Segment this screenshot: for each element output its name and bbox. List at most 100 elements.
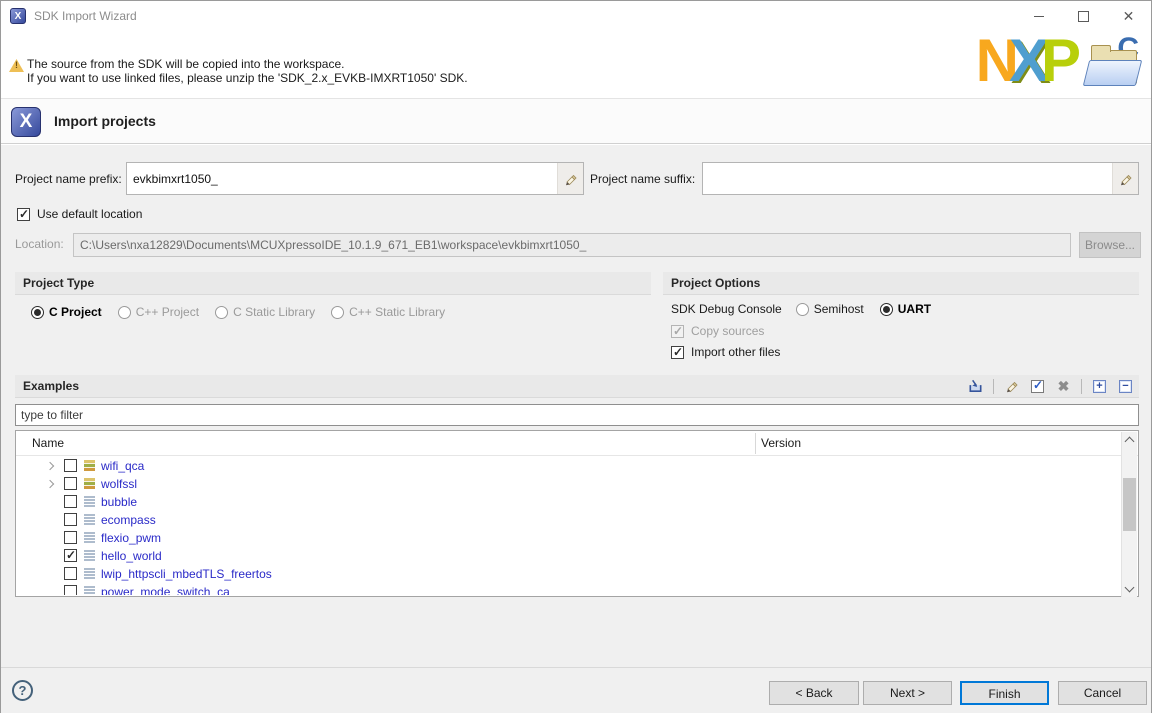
example-row-bubble[interactable]: bubble (16, 493, 1122, 511)
example-name[interactable]: power_mode_switch_ca (101, 585, 230, 595)
example-type-icon (84, 514, 95, 525)
prefix-label: Project name prefix: (15, 172, 122, 186)
examples-table: Name Version wifi_qcawolfssl bubble ecompa… (15, 430, 1139, 597)
location-input (73, 233, 1071, 257)
banner-message-line1: The source from the SDK will be copied i… (27, 57, 468, 71)
sdk-folder-icon: C (1083, 36, 1145, 92)
close-button[interactable] (1106, 1, 1151, 31)
examples-group: Examples + − (15, 375, 1139, 653)
import-other-files-checkbox[interactable] (671, 346, 684, 359)
collapse-all-icon[interactable]: − (1117, 378, 1134, 394)
radio-c-project[interactable]: C++ Project (118, 305, 199, 319)
filter-input[interactable] (15, 404, 1139, 426)
vertical-scrollbar[interactable] (1121, 432, 1137, 597)
project-name-prefix-input[interactable] (127, 163, 557, 194)
warning-icon (9, 59, 24, 72)
radio-uart[interactable]: UART (880, 302, 931, 316)
deselect-all-icon[interactable] (1055, 378, 1072, 394)
examples-tree: wifi_qcawolfssl bubble ecompass flexio_pwmh… (16, 457, 1122, 595)
expander-icon[interactable] (46, 462, 54, 470)
example-name[interactable]: wifi_qca (101, 459, 144, 473)
example-checkbox[interactable] (64, 513, 77, 526)
radio-circle (31, 306, 44, 319)
toolbar-separator (1081, 379, 1082, 394)
option-row-copy-sources: Copy sources (671, 324, 764, 338)
example-row-power-mode-switch-ca[interactable]: power_mode_switch_ca (16, 583, 1122, 595)
example-checkbox[interactable] (64, 459, 77, 472)
example-type-icon (84, 550, 95, 561)
scroll-up-icon[interactable] (1125, 437, 1135, 447)
page-title: Import projects (54, 113, 156, 129)
use-default-location-label: Use default location (37, 207, 142, 221)
example-type-icon (84, 586, 95, 595)
edit-decoration-icon (1112, 163, 1138, 194)
example-checkbox[interactable] (64, 549, 77, 562)
example-row-lwip-httpscli-mbedtls-freertos[interactable]: lwip_httpscli_mbedTLS_freertos (16, 565, 1122, 583)
example-checkbox[interactable] (64, 585, 77, 595)
next-button[interactable]: Next > (863, 681, 952, 705)
nxp-logo: NXP (976, 31, 1077, 93)
expander-icon[interactable] (46, 480, 54, 488)
toolbar-separator (993, 379, 994, 394)
column-header-name[interactable]: Name (32, 436, 64, 450)
project-options-header: Project Options (663, 272, 1139, 295)
example-name[interactable]: lwip_httpscli_mbedTLS_freertos (101, 567, 272, 581)
sdk-import-wizard-window: SDK Import Wizard The source from the SD… (0, 0, 1152, 713)
wizard-content: Project name prefix: Project name suffix… (1, 145, 1151, 667)
radio-circle (215, 306, 228, 319)
examples-toolbar: + − (967, 378, 1134, 394)
mcuxpresso-app-icon (10, 8, 26, 24)
option-row-import-other-files[interactable]: Import other files (671, 345, 780, 359)
expand-all-icon[interactable]: + (1091, 378, 1108, 394)
use-default-location-row[interactable]: Use default location (17, 207, 142, 221)
cancel-button[interactable]: Cancel (1058, 681, 1147, 705)
finish-button[interactable]: Finish (960, 681, 1049, 705)
radio-circle (331, 306, 344, 319)
radio-semihost[interactable]: Semihost (796, 302, 864, 316)
import-other-files-label: Import other files (691, 345, 780, 359)
project-name-suffix-input[interactable] (703, 163, 1112, 194)
copy-sources-label: Copy sources (691, 324, 764, 338)
banner-message-line2: If you want to use linked files, please … (27, 71, 468, 85)
example-checkbox[interactable] (64, 567, 77, 580)
select-all-icon[interactable] (1029, 378, 1046, 394)
example-name[interactable]: wolfssl (101, 477, 137, 491)
example-row-wifi-qca[interactable]: wifi_qca (16, 457, 1122, 475)
edit-icon[interactable] (1003, 378, 1020, 394)
example-checkbox[interactable] (64, 531, 77, 544)
example-name[interactable]: flexio_pwm (101, 531, 161, 545)
project-name-prefix-field (126, 162, 584, 195)
column-header-version[interactable]: Version (761, 436, 801, 450)
banner: The source from the SDK will be copied i… (1, 31, 1151, 98)
sdk-debug-console-row: SDK Debug Console Semihost UART (671, 302, 931, 316)
example-row-wolfssl[interactable]: wolfssl (16, 475, 1122, 493)
radio-c-project[interactable]: C Project (31, 305, 102, 319)
example-checkbox[interactable] (64, 477, 77, 490)
scroll-down-icon[interactable] (1125, 583, 1135, 593)
example-checkbox[interactable] (64, 495, 77, 508)
browse-button: Browse... (1079, 232, 1141, 258)
example-row-flexio-pwm[interactable]: flexio_pwm (16, 529, 1122, 547)
radio-label: Semihost (814, 302, 864, 316)
column-divider[interactable] (755, 433, 756, 454)
suffix-label: Project name suffix: (590, 172, 695, 186)
help-icon[interactable] (12, 680, 33, 701)
examples-header: Examples + − (15, 375, 1139, 398)
example-row-hello-world[interactable]: hello_world (16, 547, 1122, 565)
radio-label: C Static Library (233, 305, 315, 319)
mcuxpresso-icon (11, 107, 41, 137)
sdk-debug-console-label: SDK Debug Console (671, 302, 782, 316)
import-example-icon[interactable] (967, 378, 984, 394)
example-type-icon (84, 460, 95, 471)
radio-c-static-library[interactable]: C++ Static Library (331, 305, 445, 319)
use-default-location-checkbox[interactable] (17, 208, 30, 221)
example-name[interactable]: bubble (101, 495, 137, 509)
example-name[interactable]: hello_world (101, 549, 162, 563)
scrollbar-thumb[interactable] (1123, 478, 1136, 531)
edit-decoration-icon (557, 163, 583, 194)
radio-c-static-library[interactable]: C Static Library (215, 305, 315, 319)
example-name[interactable]: ecompass (101, 513, 156, 527)
example-row-ecompass[interactable]: ecompass (16, 511, 1122, 529)
project-type-group: Project Type C ProjectC++ ProjectC Stati… (15, 272, 651, 358)
back-button[interactable]: < Back (769, 681, 859, 705)
